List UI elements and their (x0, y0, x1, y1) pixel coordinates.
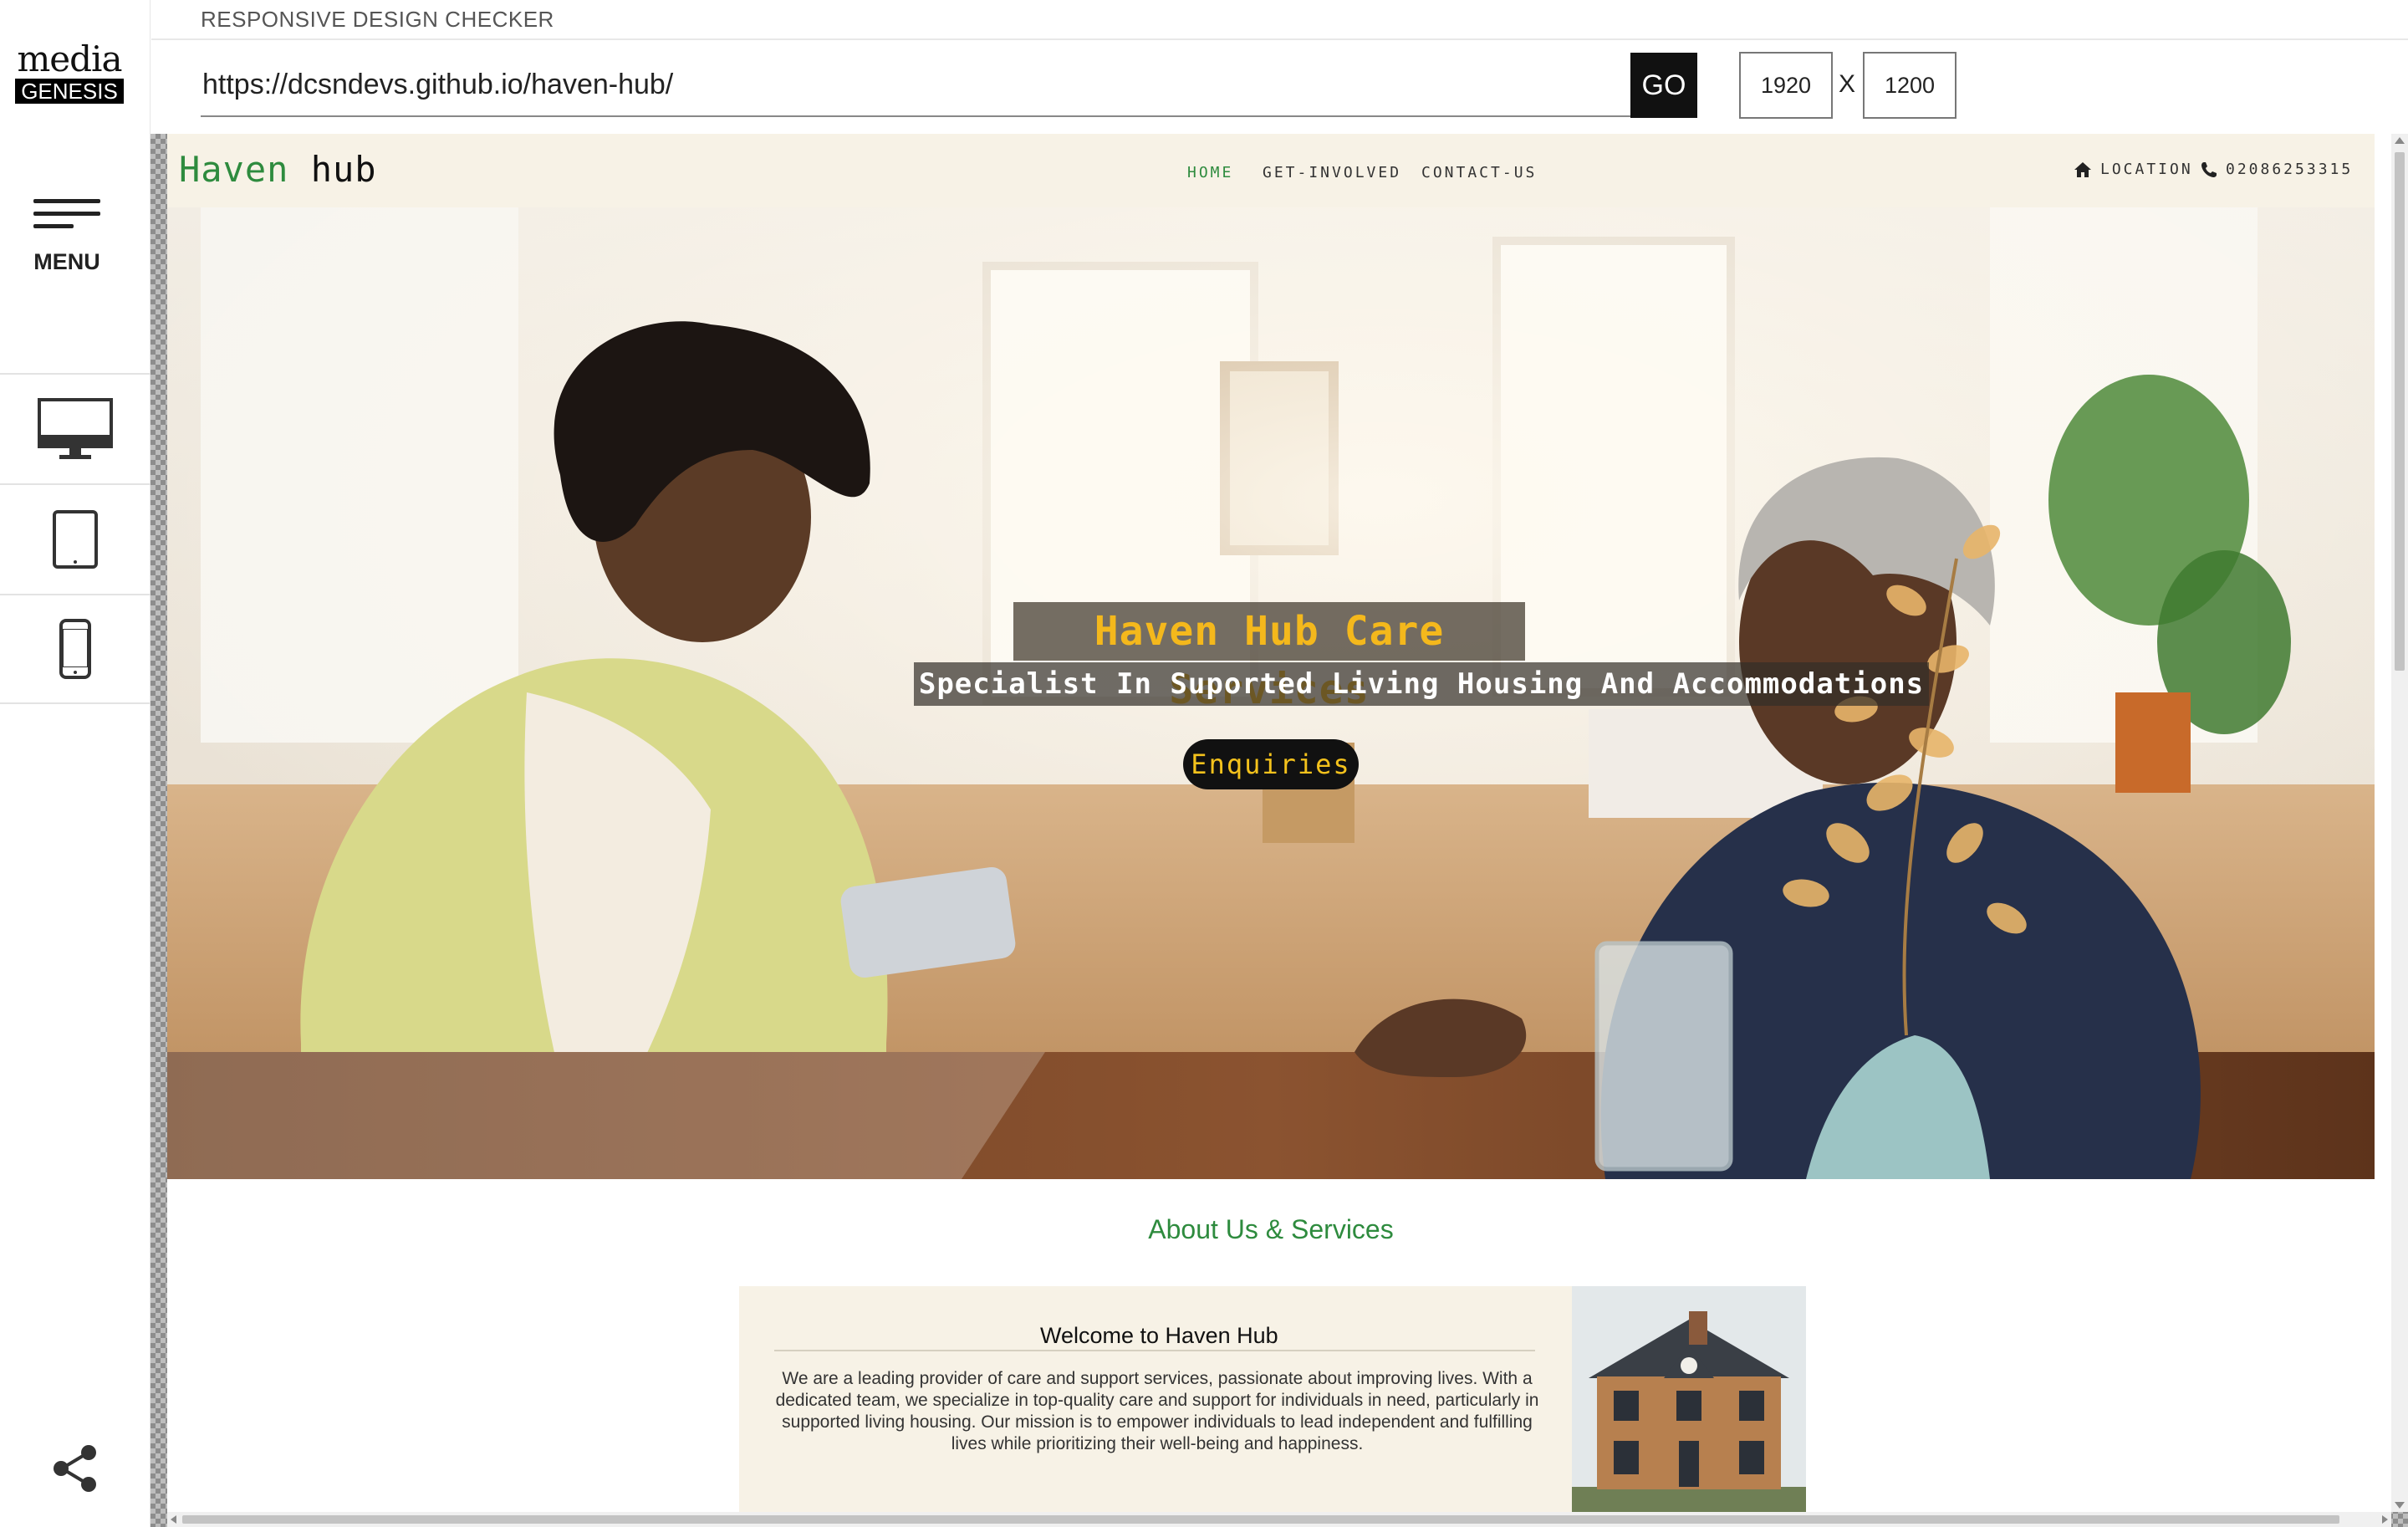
hamburger-icon (33, 199, 100, 203)
tablet-icon (53, 510, 98, 569)
about-heading: About Us & Services (1148, 1214, 1394, 1244)
scroll-right-arrow-icon[interactable] (2382, 1515, 2388, 1524)
welcome-card: Welcome to Haven Hub We are a leading pr… (739, 1286, 1806, 1512)
divider (151, 38, 2408, 40)
welcome-text: We are a leading provider of care and su… (775, 1369, 1539, 1453)
menu-button[interactable]: MENU (17, 191, 117, 283)
home-icon (2074, 161, 2091, 177)
scroll-down-arrow-icon[interactable] (2395, 1502, 2405, 1509)
about-section: About Us & Services Welcome to Haven Hub… (167, 1179, 2375, 1512)
share-icon (54, 1445, 96, 1492)
nav-location-label: LOCATION (2100, 161, 2193, 178)
enquiries-button[interactable]: Enquiries (1183, 739, 1359, 789)
site-logo[interactable]: Haven hub (179, 149, 377, 190)
hero-section: Haven Hub Care Services Specialist In Su… (167, 207, 2375, 1179)
phone-handset-icon (2201, 161, 2217, 177)
height-input[interactable] (1863, 52, 1956, 119)
site-preview[interactable]: Haven hub HOME GET-INVOLVED CONTACT-US L… (167, 134, 2391, 1512)
divider (774, 1350, 1535, 1351)
house-photo (1572, 1286, 1806, 1512)
url-input[interactable] (201, 54, 1630, 117)
width-input[interactable] (1739, 52, 1833, 119)
phone-icon (59, 619, 91, 679)
hamburger-icon-bar (33, 212, 100, 216)
logo-haven: Haven (179, 149, 289, 190)
scroll-up-arrow-icon[interactable] (2395, 137, 2405, 144)
share-button[interactable] (50, 1443, 100, 1494)
hero-subtitle: Specialist In Suported Living Housing An… (914, 662, 1929, 706)
menu-label: MENU (33, 249, 100, 274)
app-title: RESPONSIVE DESIGN CHECKER (201, 7, 554, 32)
hamburger-icon-bar (33, 224, 74, 228)
desktop-icon (38, 398, 113, 459)
scroll-left-arrow-icon[interactable] (171, 1515, 176, 1524)
nav-home-link[interactable]: HOME (1187, 164, 1233, 181)
nav-contact-us-link[interactable]: CONTACT-US (1421, 164, 1537, 181)
horizontal-scrollbar[interactable] (167, 1512, 2391, 1527)
nav-get-involved-link[interactable]: GET-INVOLVED (1263, 164, 1401, 181)
scrollbar-thumb[interactable] (182, 1515, 2339, 1524)
sidebar: media GENESIS MENU (0, 0, 150, 1527)
phone-view-button[interactable] (0, 594, 150, 704)
vertical-scrollbar[interactable] (2391, 134, 2408, 1512)
dimension-separator: X (1839, 70, 1856, 98)
logo-hub: hub (310, 149, 377, 190)
nav-phone-link[interactable]: 02086253315 (2201, 161, 2353, 178)
logo-text-genesis: GENESIS (15, 79, 124, 104)
tablet-view-button[interactable] (0, 483, 150, 594)
nav-phone-number: 02086253315 (2226, 161, 2354, 178)
house-image (1572, 1286, 1806, 1512)
media-genesis-logo[interactable]: media GENESIS (15, 40, 124, 104)
hero-title: Haven Hub Care Services (1013, 602, 1525, 713)
desktop-view-button[interactable] (0, 373, 150, 483)
site-navbar: Haven hub HOME GET-INVOLVED CONTACT-US L… (167, 134, 2375, 207)
nav-location-link[interactable]: LOCATION (2074, 161, 2193, 178)
go-button[interactable]: GO (1630, 53, 1697, 118)
preview-frame: Haven hub HOME GET-INVOLVED CONTACT-US L… (150, 134, 2408, 1527)
scrollbar-thumb[interactable] (2395, 152, 2405, 671)
logo-text-media: media (17, 38, 122, 79)
welcome-title: Welcome to Haven Hub (1040, 1323, 1278, 1348)
